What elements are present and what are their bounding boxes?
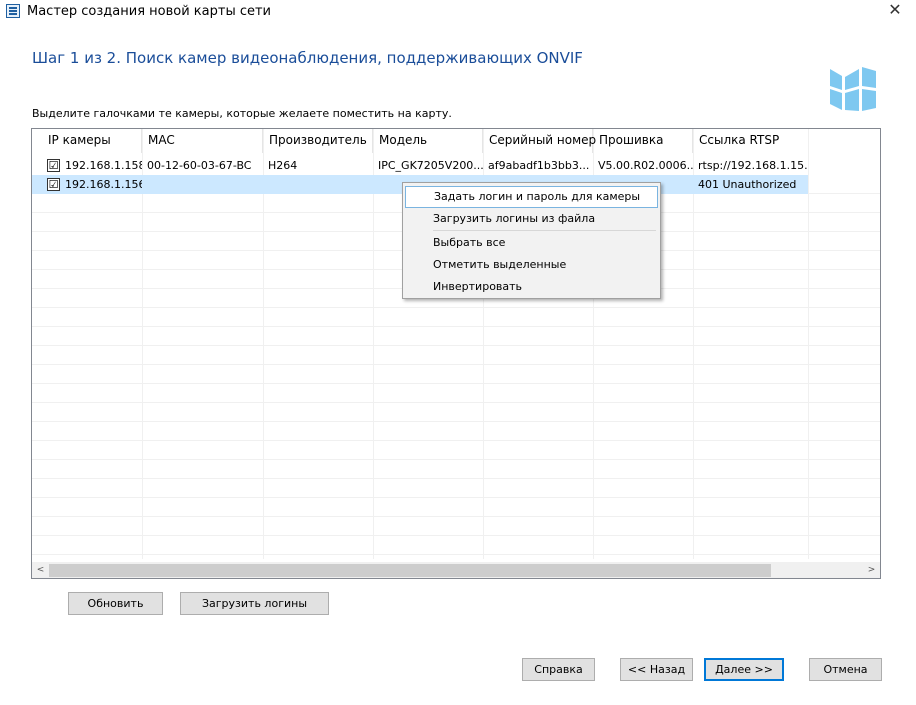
scroll-thumb[interactable] bbox=[49, 564, 771, 577]
cell-firmware: V5.00.R02.0006... bbox=[598, 159, 693, 172]
cancel-button[interactable]: Отмена bbox=[809, 658, 882, 681]
column-header-mac[interactable]: MAC bbox=[142, 129, 263, 153]
grid-line bbox=[32, 536, 880, 555]
context-menu: Задать логин и пароль для камеры Загрузи… bbox=[402, 182, 661, 299]
step-title: Шаг 1 из 2. Поиск камер видеонаблюдения,… bbox=[32, 49, 583, 67]
grid-line bbox=[32, 403, 880, 422]
grid-line bbox=[32, 308, 880, 327]
grid-line bbox=[32, 422, 880, 441]
instruction-text: Выделите галочками те камеры, которые же… bbox=[32, 107, 452, 120]
cell-ip: 192.168.1.156 bbox=[65, 178, 142, 191]
horizontal-scrollbar[interactable]: < > bbox=[32, 562, 880, 578]
logo-icon bbox=[830, 67, 876, 111]
row-checkbox[interactable]: ☑ bbox=[47, 159, 60, 172]
scroll-left-icon[interactable]: < bbox=[32, 562, 49, 578]
menu-item-invert[interactable]: Инвертировать bbox=[405, 276, 658, 298]
back-button[interactable]: << Назад bbox=[620, 658, 693, 681]
column-header-firmware[interactable]: Прошивка bbox=[593, 129, 693, 153]
grid-line bbox=[32, 327, 880, 346]
column-header-model[interactable]: Модель bbox=[373, 129, 483, 153]
grid-line bbox=[32, 498, 880, 517]
row-checkbox[interactable]: ☑ bbox=[47, 178, 60, 191]
grid-line bbox=[32, 346, 880, 365]
cell-ip: 192.168.1.158 bbox=[65, 159, 142, 172]
grid-line bbox=[32, 517, 880, 536]
window-title: Мастер создания новой карты сети bbox=[27, 4, 272, 19]
column-header-ip[interactable]: IP камеры bbox=[42, 129, 142, 153]
load-logins-button[interactable]: Загрузить логины bbox=[180, 592, 329, 615]
column-header-serial[interactable]: Серийный номер bbox=[483, 129, 596, 153]
menu-separator bbox=[433, 230, 656, 231]
cell-mac: 00-12-60-03-67-BC bbox=[147, 159, 252, 172]
grid-column-line bbox=[808, 129, 809, 559]
next-button[interactable]: Далее >> bbox=[704, 658, 784, 681]
scroll-right-icon[interactable]: > bbox=[863, 562, 880, 578]
grid-line bbox=[32, 460, 880, 479]
close-button[interactable]: ✕ bbox=[880, 0, 910, 22]
menu-item-select-all[interactable]: Выбрать все bbox=[405, 232, 658, 254]
menu-item-load-logins-file[interactable]: Загрузить логины из файла bbox=[405, 208, 658, 230]
help-button[interactable]: Справка bbox=[522, 658, 595, 681]
grid-line bbox=[32, 365, 880, 384]
cell-vendor: H264 bbox=[268, 159, 298, 172]
cell-vendor bbox=[263, 175, 373, 194]
menu-item-check-selected[interactable]: Отметить выделенные bbox=[405, 254, 658, 276]
app-icon bbox=[6, 4, 20, 18]
cell-rtsp: rtsp://192.168.1.15... bbox=[698, 159, 808, 172]
grid-line bbox=[32, 384, 880, 403]
refresh-button[interactable]: Обновить bbox=[68, 592, 163, 615]
menu-item-set-credentials[interactable]: Задать логин и пароль для камеры bbox=[405, 186, 658, 208]
cell-mac bbox=[142, 175, 263, 194]
column-header-vendor[interactable]: Производитель bbox=[263, 129, 373, 153]
table-row[interactable]: ☑ 192.168.1.158 00-12-60-03-67-BC H264 I… bbox=[32, 156, 880, 175]
cell-serial: af9abadf1b3bb3... bbox=[488, 159, 590, 172]
grid-line bbox=[32, 479, 880, 498]
cell-model: IPC_GK7205V200... bbox=[378, 159, 483, 172]
grid-line bbox=[32, 441, 880, 460]
column-header-rtsp[interactable]: Ссылка RTSP bbox=[693, 129, 808, 153]
cell-rtsp: 401 Unauthorized bbox=[698, 178, 797, 191]
title-bar: Мастер создания новой карты сети ✕ bbox=[0, 0, 916, 24]
